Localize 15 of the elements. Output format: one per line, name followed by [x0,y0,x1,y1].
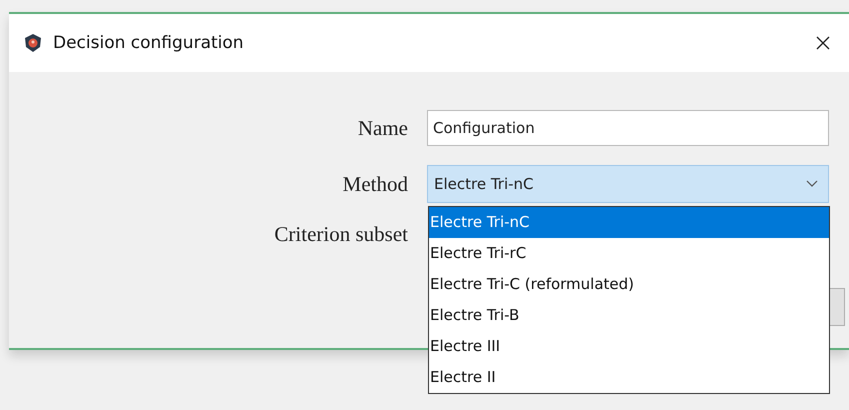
shield-logo-icon [23,33,43,53]
chevron-icon [806,180,818,188]
dropdown-option[interactable]: Electre Tri-B [429,300,829,331]
name-field[interactable]: Configuration [427,110,829,146]
field-label: Method [342,172,408,196]
dropdown-option[interactable]: Electre Tri-nC [429,207,829,238]
dropdown-option[interactable]: Electre III [429,331,829,362]
dropdown-option[interactable]: Electre II [429,362,829,393]
field-label: Criterion subset [273,222,408,247]
field-label: Name [356,116,408,140]
window-title: Decision configuration [53,33,245,53]
method-dropdown[interactable]: Electre Tri-nC [427,165,829,203]
dropdown-option[interactable]: Electre Tri-rC [429,238,829,269]
dropdown-option[interactable]: Electre Tri-C (reformulated) [429,269,829,300]
close-icon [816,36,830,50]
